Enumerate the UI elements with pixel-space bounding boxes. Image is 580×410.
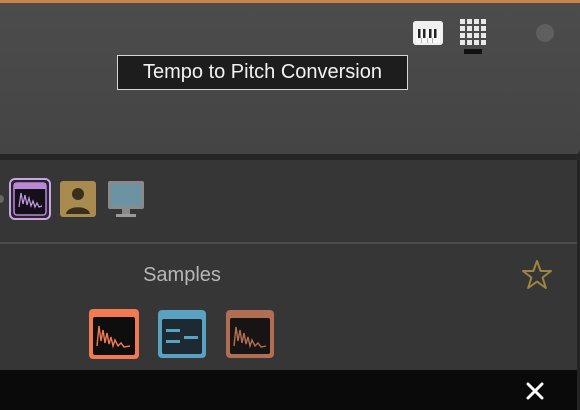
monitor-icon <box>108 181 144 217</box>
toolbar-divider <box>0 242 577 244</box>
user-icon <box>60 181 96 217</box>
scroll-indicator <box>0 195 4 203</box>
star-icon[interactable] <box>520 258 554 292</box>
sample-tile-3[interactable] <box>224 309 276 359</box>
toolbar-monitor-button[interactable] <box>106 179 146 219</box>
sample-tile-1[interactable] <box>88 308 140 360</box>
close-icon[interactable] <box>522 378 548 404</box>
bottom-bar <box>0 370 577 410</box>
status-dot[interactable] <box>536 24 554 42</box>
toolbar-sample-button[interactable] <box>9 178 51 220</box>
toolbar-user-button[interactable] <box>60 181 96 217</box>
grid-pad-icon <box>460 19 486 54</box>
sample-waveform-icon <box>89 309 139 359</box>
piano-keyboard-button[interactable] <box>410 18 446 48</box>
sample-waveform-icon <box>13 182 47 216</box>
list-icon <box>158 310 206 358</box>
tooltip: Tempo to Pitch Conversion <box>117 55 408 90</box>
piano-keyboard-icon <box>413 21 443 45</box>
toolbar <box>0 160 577 242</box>
sample-waveform-icon <box>226 310 274 358</box>
sample-tile-2[interactable] <box>156 309 208 359</box>
samples-title: Samples <box>143 264 221 286</box>
grid-pad-button[interactable] <box>456 16 490 56</box>
